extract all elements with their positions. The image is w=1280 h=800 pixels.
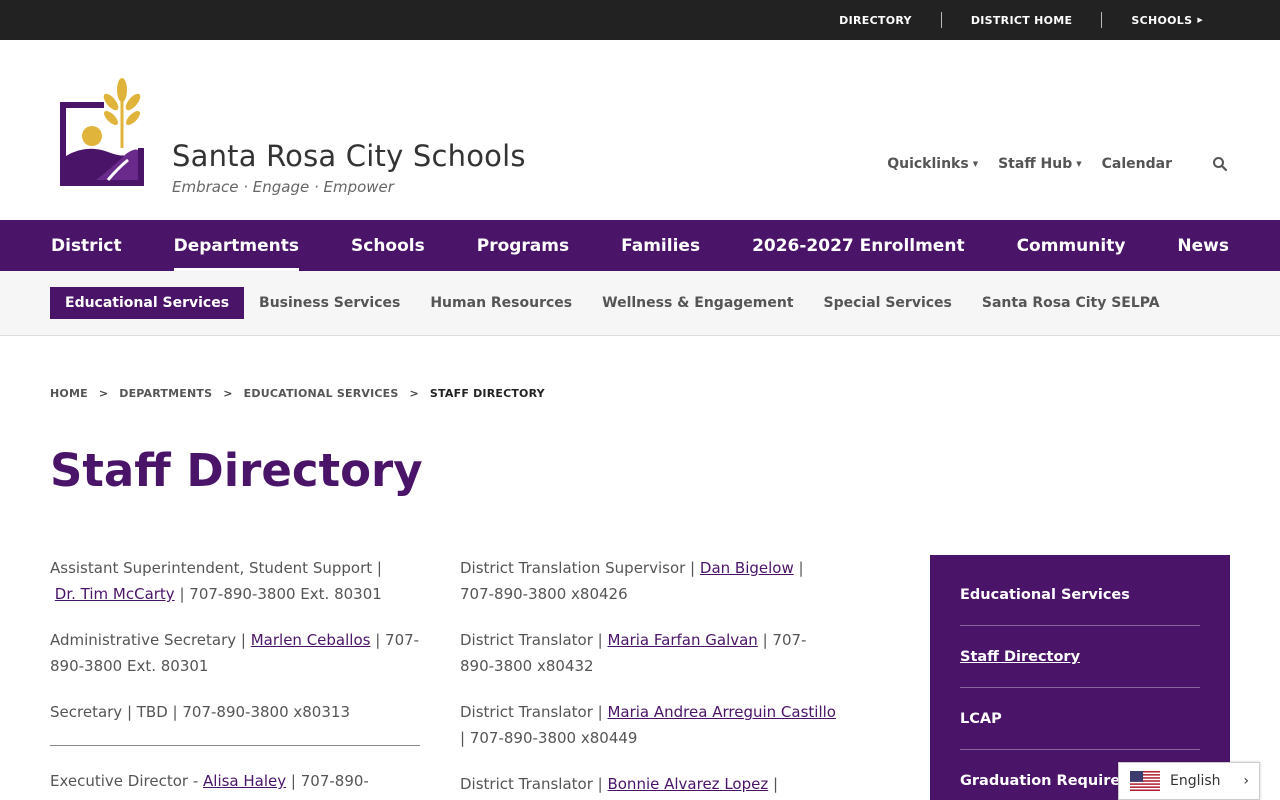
caret-down-icon: ▼ [1076,160,1082,168]
directory-entry: District Translator | Maria Farfan Galva… [460,627,840,679]
sub-nav-educational-services[interactable]: Educational Services [50,287,245,319]
sub-nav-business-services[interactable]: Business Services [244,287,415,319]
entry-role: Administrative Secretary | [50,631,251,649]
staff-link-bonnie-alvarez-lopez[interactable]: Bonnie Alvarez Lopez [607,775,768,793]
main-nav-families[interactable]: Families [621,220,700,271]
directory-entry: District Translator | Bonnie Alvarez Lop… [460,771,840,797]
chevron-right-icon: > [98,387,109,400]
breadcrumb: HOME > DEPARTMENTS > EDUCATIONAL SERVICE… [50,387,545,400]
site-header: Santa Rosa City Schools Embrace · Engage… [0,40,1280,220]
quicklinks-label: Quicklinks [887,156,969,172]
sub-nav-human-resources[interactable]: Human Resources [415,287,587,319]
sub-nav-special-services[interactable]: Special Services [809,287,967,319]
language-selector[interactable]: English › [1118,762,1260,800]
caret-right-icon: ▶ [1197,16,1203,24]
quicklinks-dropdown[interactable]: Quicklinks ▼ [887,156,978,172]
chevron-right-icon: > [223,387,233,400]
entry-phone: | 707-890- [286,772,369,790]
sub-nav-selpa[interactable]: Santa Rosa City SELPA [967,287,1175,319]
staff-link-maria-andrea-arreguin-castillo[interactable]: Maria Andrea Arreguin Castillo [607,703,836,721]
main-nav-news[interactable]: News [1177,220,1229,271]
main-nav: District Departments Schools Programs Fa… [0,220,1280,271]
staff-link-alisa-haley[interactable]: Alisa Haley [203,772,286,790]
chevron-right-icon: > [409,387,419,400]
site-tagline: Embrace · Engage · Empower [172,178,394,196]
main-nav-schools[interactable]: Schools [351,220,425,271]
site-title[interactable]: Santa Rosa City Schools [172,139,526,173]
utility-link-directory[interactable]: DIRECTORY [810,14,941,27]
utility-schools-label: SCHOOLS [1131,13,1193,27]
sidebar-item-lcap[interactable]: LCAP [960,688,1200,750]
directory-entry: Administrative Secretary | Marlen Ceball… [50,627,420,679]
breadcrumb-departments[interactable]: DEPARTMENTS [119,387,212,400]
main-nav-district[interactable]: District [51,220,122,271]
directory-column-2: District Translation Supervisor | Dan Bi… [460,555,840,800]
utility-bar: DIRECTORY DISTRICT HOME SCHOOLS ▶ [0,0,1280,40]
breadcrumb-educational-services[interactable]: EDUCATIONAL SERVICES [244,387,399,400]
entry-phone: | 707-890-3800 x80449 [460,729,638,747]
main-nav-enrollment[interactable]: 2026-2027 Enrollment [752,220,965,271]
district-logo[interactable] [56,76,148,186]
utility-link-schools[interactable]: SCHOOLS ▶ [1102,14,1232,27]
entry-phone: | 707-890-3800 Ext. 80301 [174,585,382,603]
entry-role: District Translator | [460,631,608,649]
search-icon[interactable] [1212,156,1228,172]
sub-nav-wellness-engagement[interactable]: Wellness & Engagement [587,287,808,319]
directory-entry: Secretary | TBD | 707-890-3800 x80313 [50,703,350,721]
main-nav-departments[interactable]: Departments [173,220,300,271]
caret-down-icon: ▼ [972,160,979,168]
staff-link-maria-farfan-galvan[interactable]: Maria Farfan Galvan [607,631,757,649]
staff-link-marlen-ceballos[interactable]: Marlen Ceballos [251,631,371,649]
chevron-right-icon: › [1243,773,1249,789]
language-label: English [1170,773,1221,789]
us-flag-icon [1130,771,1160,791]
entry-phone: | [768,775,779,793]
divider [50,745,420,746]
sub-nav: Educational Services Business Services H… [0,271,1280,336]
staff-hub-dropdown[interactable]: Staff Hub ▼ [998,156,1082,172]
main-nav-programs[interactable]: Programs [477,220,569,271]
entry-role: District Translator | [460,703,608,721]
staff-hub-label: Staff Hub [998,156,1073,172]
page-title: Staff Directory [50,444,423,497]
directory-entry: Executive Director - Alisa Haley | 707-8… [50,768,420,794]
entry-role: District Translator | [460,775,608,793]
entry-role: Executive Director - [50,772,204,790]
directory-entry: District Translator | Maria Andrea Arreg… [460,699,840,751]
header-links: Quicklinks ▼ Staff Hub ▼ Calendar [867,156,1228,172]
main-nav-community[interactable]: Community [1017,220,1126,271]
sidebar-item-educational-services[interactable]: Educational Services [960,564,1200,626]
entry-role: District Translation Supervisor | [460,559,700,577]
calendar-link[interactable]: Calendar [1102,156,1172,172]
sidebar-item-staff-directory[interactable]: Staff Directory [960,626,1200,688]
directory-column-1: Assistant Superintendent, Student Suppor… [50,555,420,800]
breadcrumb-home[interactable]: HOME [50,387,88,400]
utility-link-district-home[interactable]: DISTRICT HOME [942,14,1102,27]
breadcrumb-current: STAFF DIRECTORY [429,387,545,400]
directory-entry: District Translation Supervisor | Dan Bi… [460,555,840,607]
staff-link-tim-mccarty[interactable]: Dr. Tim McCarty [55,585,175,603]
staff-link-dan-bigelow[interactable]: Dan Bigelow [700,559,794,577]
entry-role: Assistant Superintendent, Student Suppor… [50,559,382,577]
directory-entry: Assistant Superintendent, Student Suppor… [50,555,420,607]
